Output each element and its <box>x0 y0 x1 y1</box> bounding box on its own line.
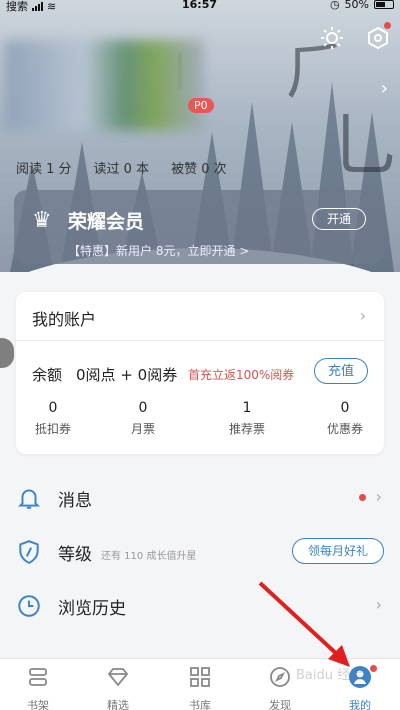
theme-sun-icon[interactable] <box>320 26 344 50</box>
menu-label: 消息 <box>58 491 92 511</box>
account-item-label: 推荐票 <box>228 422 265 436</box>
divider <box>16 340 384 341</box>
floating-side-handle[interactable] <box>0 338 14 368</box>
stat-likes: 被赞 0 次 <box>171 162 227 177</box>
account-item-value: 1 <box>242 400 252 416</box>
recharge-promo: 首充立返100%阅券 <box>188 368 295 382</box>
account-item-label: 优惠券 <box>326 422 363 436</box>
menu-label: 等级 <box>58 545 92 565</box>
tab-notification-dot <box>370 665 377 672</box>
clock-icon <box>16 593 42 619</box>
shield-icon <box>16 539 42 565</box>
level-progress-hint: 还有 110 成长值升星 <box>101 551 197 562</box>
account-item-value: 0 <box>340 400 350 416</box>
member-promo[interactable]: 【特惠】新用户 8元，立即开通 > <box>68 242 249 259</box>
account-item-label: 抵扣券 <box>34 422 71 436</box>
bookshelf-icon <box>8 665 68 689</box>
crown-icon: ♛ <box>32 208 52 233</box>
battery-icon <box>374 0 394 9</box>
status-time: 16:57 <box>182 0 218 11</box>
profile-stats: 阅读 1 分 读过 0 本 被赞 0 次 <box>16 158 227 177</box>
stat-read-time: 阅读 1 分 <box>16 162 72 177</box>
tab-featured[interactable]: 精选 <box>88 665 148 710</box>
chevron-right-icon: › <box>375 487 382 506</box>
vip-member-card[interactable]: ♛ 荣耀会员 【特惠】新用户 8元，立即开通 > 开通 <box>14 190 384 264</box>
balance-value: 0阅点 + 0阅券 <box>76 366 178 384</box>
signal-icon <box>32 1 43 11</box>
vip-badge: P0 <box>188 98 214 113</box>
carrier-label: 搜索 <box>6 0 28 13</box>
grid-icon <box>170 665 230 689</box>
stat-books-read: 读过 0 本 <box>93 162 150 177</box>
status-bar: 搜索 ≋ 16:57 ◷ 50% <box>0 0 400 14</box>
chevron-right-icon[interactable]: › <box>360 306 366 325</box>
account-item-value: 0 <box>138 400 148 416</box>
account-item-coupon[interactable]: 0 抵扣券 <box>18 400 88 437</box>
wifi-icon: ≋ <box>47 0 57 13</box>
recharge-button[interactable]: 充值 <box>314 358 368 384</box>
bell-icon <box>16 485 42 511</box>
account-title[interactable]: 我的账户 <box>32 306 96 330</box>
tab-label: 书架 <box>27 699 49 710</box>
open-membership-button[interactable]: 开通 <box>312 208 366 230</box>
alarm-icon: ◷ <box>329 0 340 11</box>
monthly-gift-button[interactable]: 领每月好礼 <box>292 538 384 564</box>
account-item-label: 月票 <box>130 422 155 436</box>
unread-dot <box>359 494 366 501</box>
avatar[interactable] <box>4 40 204 130</box>
diamond-icon <box>88 665 148 689</box>
tab-label: 发现 <box>269 699 291 710</box>
tab-label: 我的 <box>349 699 371 710</box>
tab-library[interactable]: 书库 <box>170 665 230 710</box>
menu-item-level[interactable]: 等级 还有 110 成长值升星 领每月好礼 <box>0 526 400 578</box>
notification-dot <box>384 22 391 29</box>
member-title: 荣耀会员 <box>68 211 145 233</box>
account-card: 我的账户 › 余额 0阅点 + 0阅券 首充立返100%阅券 充值 0 抵扣券 … <box>16 292 384 454</box>
account-item-discount-coupon[interactable]: 0 优惠券 <box>310 400 380 437</box>
settings-hex-icon[interactable] <box>366 26 390 50</box>
account-item-recommend-ticket[interactable]: 1 推荐票 <box>212 400 282 437</box>
chevron-right-icon: › <box>375 595 382 614</box>
balance-label: 余额 <box>32 366 63 384</box>
account-item-value: 0 <box>48 400 58 416</box>
account-item-monthly-ticket[interactable]: 0 月票 <box>108 400 178 437</box>
menu-item-messages[interactable]: 消息 › <box>0 472 400 524</box>
annotation-arrow <box>258 581 350 667</box>
chevron-right-icon[interactable]: › <box>381 78 388 99</box>
tab-label: 书库 <box>189 699 211 710</box>
calligraphy-decor: 乚 <box>330 105 400 187</box>
battery-percent: 50% <box>344 0 369 11</box>
menu-label: 浏览历史 <box>58 599 126 619</box>
tab-bookshelf[interactable]: 书架 <box>8 665 68 710</box>
tab-label: 精选 <box>107 699 129 710</box>
